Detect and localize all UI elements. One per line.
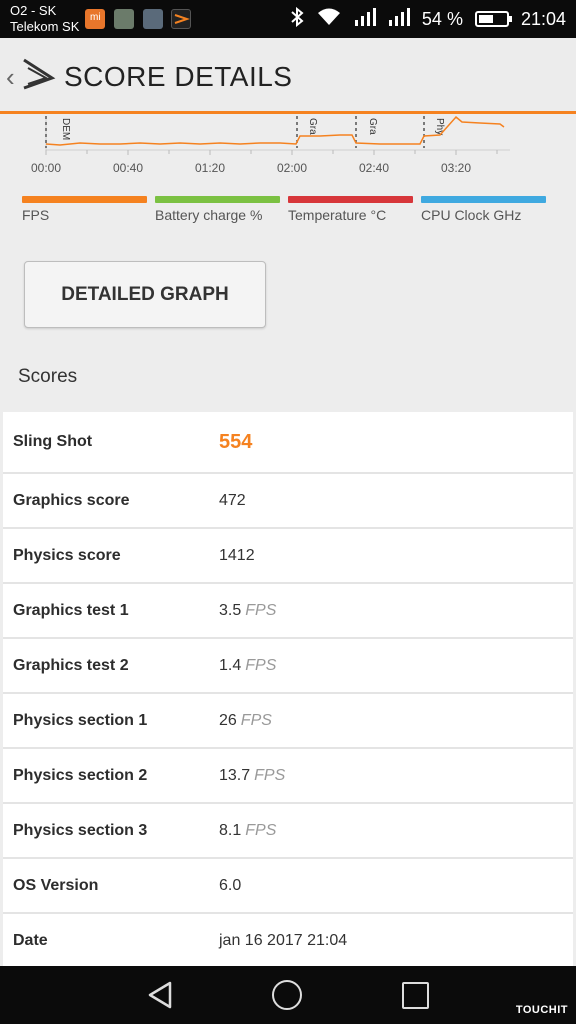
fps-unit: FPS — [245, 656, 277, 674]
score-value: 1.4 FPS — [219, 656, 277, 674]
score-row: Graphics test 2 1.4 FPS — [3, 639, 573, 694]
score-row: Graphics test 1 3.5 FPS — [3, 584, 573, 639]
x-tick-label: 00:40 — [113, 161, 143, 175]
watermark: TOUCHIT — [515, 1004, 568, 1016]
score-label: Physics section 1 — [13, 711, 148, 729]
graph-legend: FPS Battery charge % Temperature °C CPU … — [22, 196, 562, 223]
score-row-sling-shot: Sling Shot 554 — [3, 412, 573, 474]
legend-label: CPU Clock GHz — [421, 207, 522, 223]
score-value: 26 FPS — [219, 711, 272, 729]
legend-item-battery[interactable]: Battery charge % — [155, 196, 280, 223]
legend-swatch — [155, 196, 280, 203]
marker-label: DEM — [60, 118, 71, 140]
performance-graph[interactable]: DEM Gra Gra Phy 00:00 00:40 01:20 02:00 … — [0, 114, 576, 184]
scores-table: Sling Shot 554 Graphics score 472 Physic… — [3, 412, 573, 969]
battery-icon — [474, 11, 512, 27]
signal-icon — [388, 7, 410, 32]
x-tick-label: 02:00 — [277, 161, 307, 175]
score-label: Date — [13, 931, 48, 949]
score-value: 554 — [219, 430, 253, 453]
score-value: 8.1 FPS — [219, 821, 277, 839]
score-row: Physics score 1412 — [3, 529, 573, 584]
detailed-graph-button[interactable]: DETAILED GRAPH — [24, 261, 266, 328]
legend-swatch — [288, 196, 413, 203]
legend-label: Battery charge % — [155, 207, 263, 223]
legend-item-temperature[interactable]: Temperature °C — [288, 196, 413, 223]
score-value: 472 — [219, 491, 246, 509]
score-label: Graphics test 1 — [13, 601, 129, 619]
x-tick-label: 01:20 — [195, 161, 225, 175]
wifi-icon — [316, 7, 342, 32]
score-label: OS Version — [13, 876, 99, 894]
score-value: 13.7 FPS — [219, 766, 286, 784]
mi-icon: mi — [85, 9, 105, 29]
score-label: Physics section 3 — [13, 821, 148, 839]
legend-swatch — [22, 196, 147, 203]
battery-percent: 54 % — [421, 8, 463, 29]
bluetooth-icon — [290, 6, 304, 32]
score-row: Graphics score 472 — [3, 474, 573, 529]
legend-label: Temperature °C — [288, 207, 387, 223]
marker-label: Gra — [367, 118, 378, 135]
score-value: jan 16 2017 21:04 — [219, 931, 348, 949]
score-label: Sling Shot — [13, 433, 93, 450]
status-icons: 54 % 21:04 — [290, 0, 566, 38]
marker-label: Gra — [307, 118, 318, 135]
clock: 21:04 — [520, 8, 566, 29]
legend-item-cpu-clock[interactable]: CPU Clock GHz — [421, 196, 546, 223]
3dmark-logo-icon[interactable] — [22, 56, 56, 92]
x-tick-label: 02:40 — [359, 161, 389, 175]
legend-label: FPS — [22, 207, 50, 223]
carrier-2: Telekom SK — [10, 19, 80, 34]
score-row: Physics section 3 8.1 FPS — [3, 804, 573, 859]
app-bar: ‹ SCORE DETAILS — [0, 38, 576, 114]
signal-icon — [354, 7, 376, 32]
fps-unit: FPS — [245, 601, 277, 619]
score-row: Physics section 2 13.7 FPS — [3, 749, 573, 804]
3dmark-icon — [171, 9, 191, 29]
photo-icon — [114, 9, 134, 29]
fps-unit: FPS — [245, 821, 277, 839]
legend-item-fps[interactable]: FPS — [22, 196, 147, 223]
fps-unit: FPS — [240, 711, 272, 729]
scores-heading: Scores — [18, 366, 78, 387]
score-label: Physics section 2 — [13, 766, 148, 784]
score-value: 3.5 FPS — [219, 601, 277, 619]
chevron-left-icon[interactable]: ‹ — [6, 62, 15, 93]
score-row: Date jan 16 2017 21:04 — [3, 914, 573, 969]
score-label: Graphics test 2 — [13, 656, 129, 674]
carrier-info: O2 - SK Telekom SK — [10, 3, 79, 35]
score-value: 6.0 — [219, 876, 242, 894]
gallery-icon — [143, 9, 163, 29]
carrier-1: O2 - SK — [10, 3, 57, 18]
x-tick-label: 00:00 — [31, 161, 61, 175]
fps-unit: FPS — [254, 766, 286, 784]
back-triangle-icon[interactable] — [146, 980, 174, 1010]
score-row: OS Version 6.0 — [3, 859, 573, 914]
home-circle-icon[interactable] — [272, 980, 302, 1010]
score-label: Physics score — [13, 546, 121, 564]
navigation-bar: TOUCHIT — [0, 966, 576, 1024]
score-label: Graphics score — [13, 491, 130, 509]
x-tick-label: 03:20 — [441, 161, 471, 175]
marker-label: Phy — [434, 118, 445, 135]
legend-swatch — [421, 196, 546, 203]
score-value: 1412 — [219, 546, 255, 564]
page-title: SCORE DETAILS — [64, 61, 293, 92]
recent-apps-icon[interactable] — [402, 982, 429, 1009]
status-bar: O2 - SK Telekom SK mi 54 % 21:04 — [0, 0, 576, 38]
score-row: Physics section 1 26 FPS — [3, 694, 573, 749]
